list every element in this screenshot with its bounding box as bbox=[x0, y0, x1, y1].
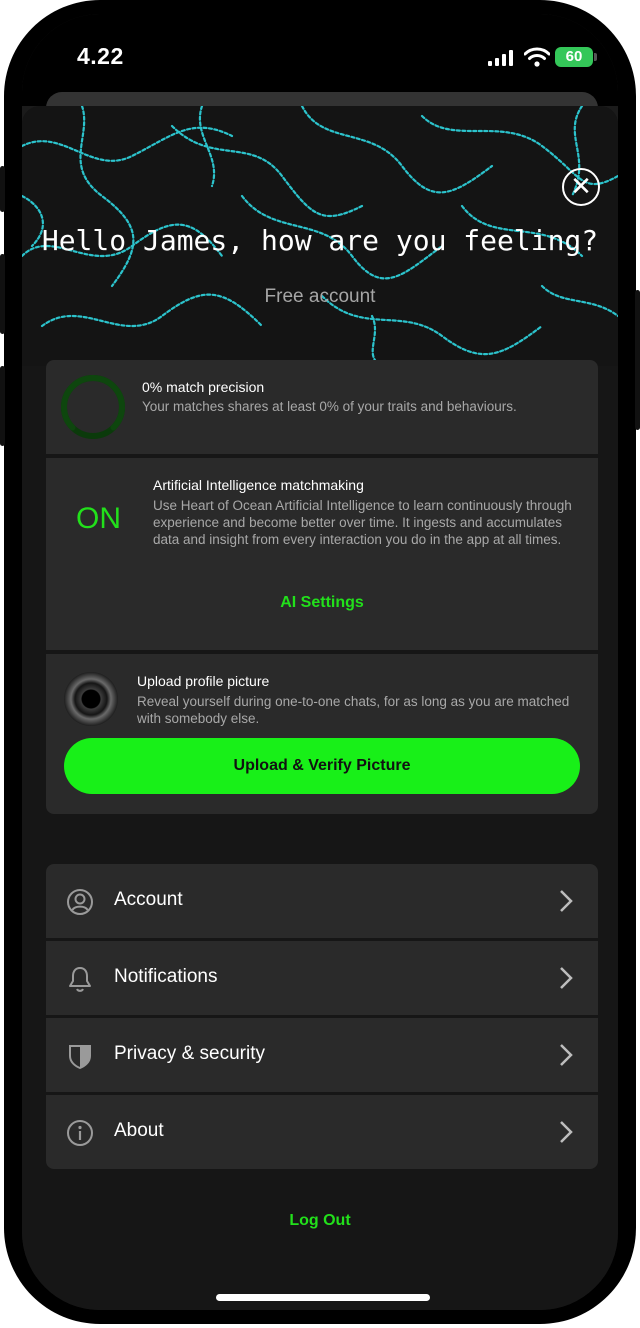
info-icon bbox=[67, 1120, 93, 1146]
close-icon: ✕ bbox=[570, 171, 592, 201]
cellular-signal-icon bbox=[488, 50, 513, 66]
avatar bbox=[64, 672, 118, 726]
menu-item-account[interactable]: Account bbox=[46, 864, 598, 938]
chevron-right-icon bbox=[560, 1044, 573, 1066]
upload-title: Upload profile picture bbox=[137, 673, 270, 689]
greeting-heading: Hello James, how are you feeling? bbox=[41, 224, 599, 257]
wifi-icon bbox=[524, 47, 550, 67]
side-button-power bbox=[635, 290, 640, 430]
match-precision-card: 0% match precision Your matches shares a… bbox=[46, 360, 598, 454]
close-button[interactable]: ✕ bbox=[562, 168, 600, 206]
upload-description: Reveal yourself during one-to-one chats,… bbox=[137, 694, 570, 726]
ai-matchmaking-card: ON Artificial Intelligence matchmaking U… bbox=[46, 458, 598, 650]
upload-picture-card: Upload profile picture Reveal yourself d… bbox=[46, 654, 598, 814]
match-precision-title: 0% match precision bbox=[142, 379, 265, 395]
precision-ring bbox=[61, 375, 125, 439]
side-button-volume-up bbox=[0, 254, 5, 334]
home-indicator[interactable] bbox=[216, 1294, 430, 1301]
battery-level: 60 bbox=[565, 48, 583, 65]
battery-icon: 60 bbox=[555, 47, 593, 67]
chevron-right-icon bbox=[560, 967, 573, 989]
menu-item-label: Privacy & security bbox=[114, 1043, 265, 1064]
shield-icon bbox=[69, 1045, 91, 1070]
menu-item-label: Account bbox=[114, 889, 183, 910]
screen: 4.22 60 ✕ Hello James, how are you feeli… bbox=[22, 14, 618, 1310]
upload-verify-button[interactable]: Upload & Verify Picture bbox=[64, 738, 580, 794]
user-circle-icon bbox=[67, 889, 93, 915]
chevron-right-icon bbox=[560, 1121, 573, 1143]
bell-icon bbox=[69, 967, 91, 992]
profile-sheet: ✕ Hello James, how are you feeling? Free… bbox=[22, 106, 618, 1310]
battery-tip bbox=[594, 53, 597, 61]
ai-settings-link[interactable]: AI Settings bbox=[46, 594, 598, 612]
ai-description: Use Heart of Ocean Artificial Intelligen… bbox=[153, 498, 572, 547]
logout-button[interactable]: Log Out bbox=[22, 1212, 618, 1230]
match-precision-description: Your matches shares at least 0% of your … bbox=[142, 399, 517, 414]
hero-banner: ✕ Hello James, how are you feeling? Free… bbox=[22, 106, 618, 366]
side-button-volume-down bbox=[0, 366, 5, 446]
menu-item-label: Notifications bbox=[114, 966, 218, 987]
menu-item-label: About bbox=[114, 1120, 164, 1141]
menu-item-notifications[interactable]: Notifications bbox=[46, 941, 598, 1015]
chevron-right-icon bbox=[560, 890, 573, 912]
account-type: Free account bbox=[264, 286, 376, 307]
status-time: 4.22 bbox=[77, 43, 124, 69]
ai-title: Artificial Intelligence matchmaking bbox=[153, 477, 364, 493]
ai-status-toggle[interactable]: ON bbox=[76, 502, 121, 536]
menu-item-privacy-security[interactable]: Privacy & security bbox=[46, 1018, 598, 1092]
menu-item-about[interactable]: About bbox=[46, 1095, 598, 1169]
side-button-action bbox=[0, 166, 5, 212]
